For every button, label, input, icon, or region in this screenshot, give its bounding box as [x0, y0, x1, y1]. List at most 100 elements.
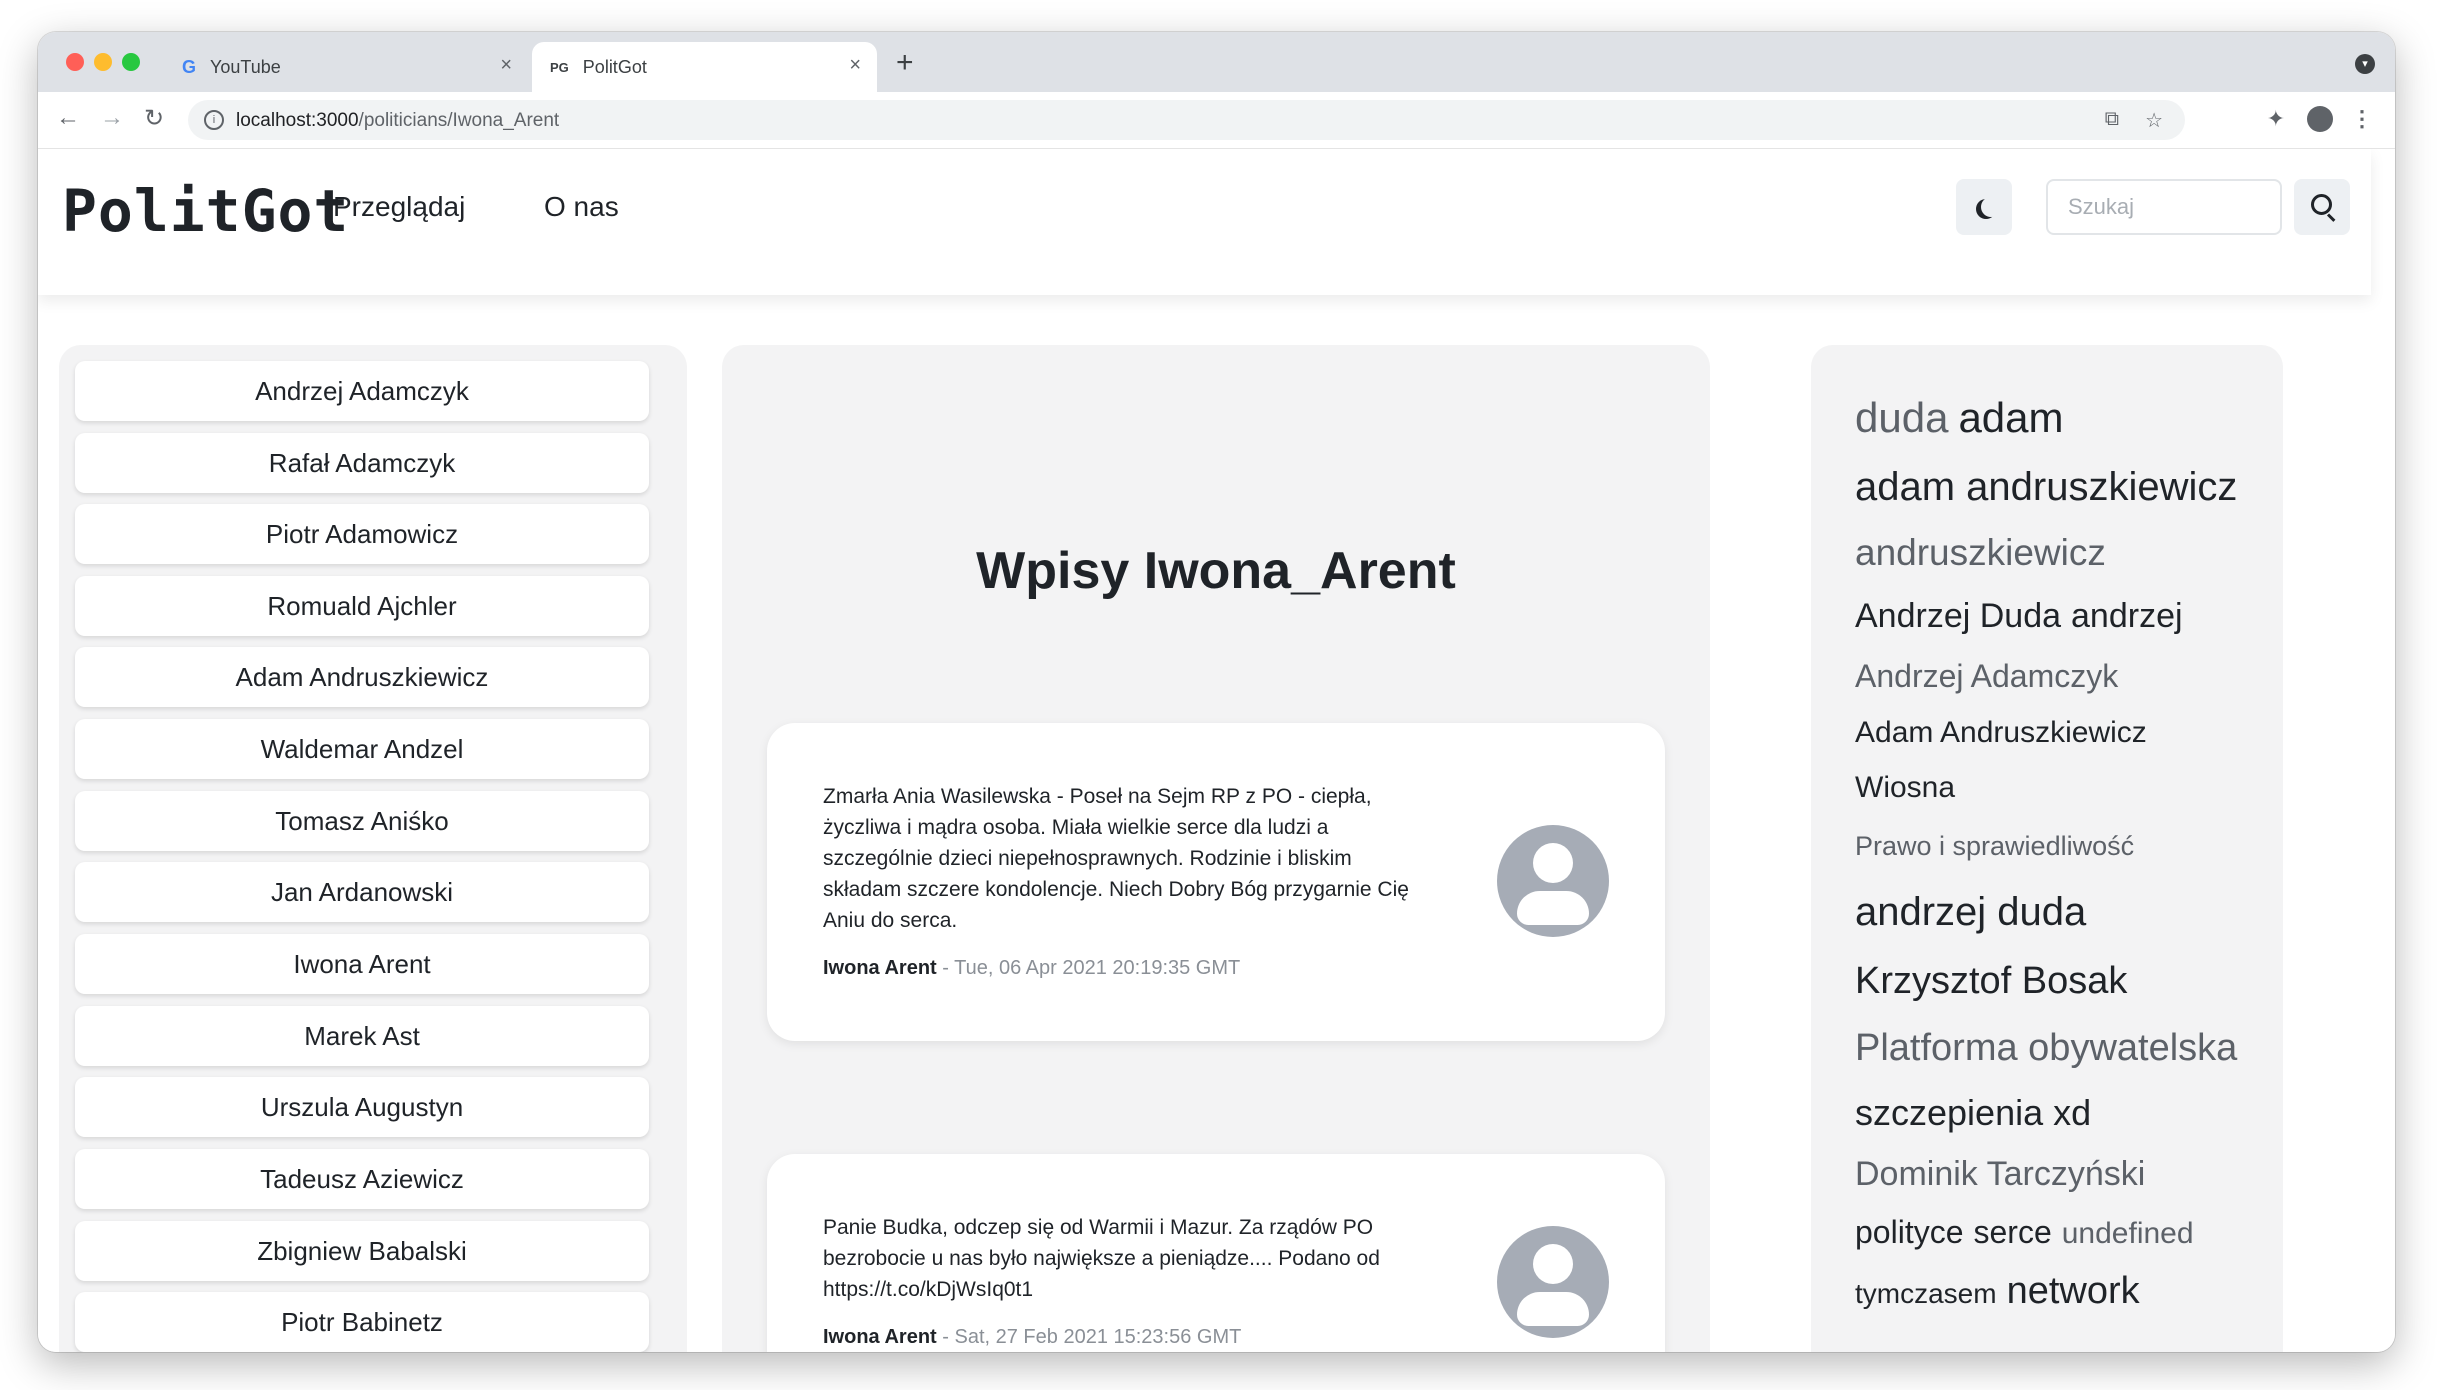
- tag-cloud-word[interactable]: undefined: [2062, 1205, 2194, 1263]
- tab-politgot[interactable]: PG PolitGot ×: [532, 42, 877, 92]
- politician-item[interactable]: Piotr Babinetz: [75, 1292, 649, 1352]
- tag-cloud-word[interactable]: tymczasem: [1855, 1264, 1997, 1324]
- tag-cloud-word[interactable]: Platforma obywatelska: [1855, 1015, 2237, 1081]
- nav-link-about[interactable]: O nas: [544, 191, 619, 223]
- tag-cloud-word[interactable]: serce: [1974, 1203, 2052, 1261]
- search-icon-handle: [2326, 213, 2336, 222]
- post-card: Zmarła Ania Wasilewska - Poseł na Sejm R…: [767, 723, 1665, 1041]
- politician-item[interactable]: Zbigniew Babalski: [75, 1221, 649, 1281]
- politgot-favicon-icon: PG: [550, 59, 569, 75]
- tag-cloud-row: Prawo i sprawiedliwość: [1855, 815, 2275, 877]
- politician-item[interactable]: Romuald Ajchler: [75, 576, 649, 636]
- back-icon[interactable]: ←: [56, 104, 80, 132]
- politician-item[interactable]: Marek Ast: [75, 1006, 649, 1066]
- tag-cloud-row: Andrzej Duda andrzej: [1855, 585, 2275, 647]
- politician-list: Andrzej Adamczyk Rafał Adamczyk Piotr Ad…: [59, 345, 687, 1352]
- user-icon: [1533, 843, 1573, 883]
- tab-strip: G YouTube × PG PolitGot × + ▾: [38, 32, 2395, 92]
- post-meta: Iwona Arent - Sat, 27 Feb 2021 15:23:56 …: [823, 1326, 1241, 1349]
- tag-cloud-word[interactable]: Prawo i sprawiedliwość: [1855, 815, 2134, 877]
- politician-item[interactable]: Jan Ardanowski: [75, 862, 649, 922]
- politician-item[interactable]: Rafał Adamczyk: [75, 433, 649, 493]
- browser-toolbar: ← → ↻ i localhost:3000/politicians/Iwona…: [38, 92, 2395, 149]
- tag-cloud-word[interactable]: andrzej duda: [1855, 877, 2086, 947]
- politician-item[interactable]: Adam Andruszkiewicz: [75, 647, 649, 707]
- new-tab-button[interactable]: +: [896, 46, 914, 80]
- minimize-window-button[interactable]: [94, 53, 112, 71]
- tag-cloud: duda adam adam andruszkiewicz andruszkiewic…: [1855, 383, 2275, 1321]
- forward-icon[interactable]: →: [100, 104, 124, 132]
- politician-item[interactable]: Waldemar Andzel: [75, 719, 649, 779]
- extensions-icon[interactable]: ✦: [2267, 106, 2285, 132]
- post-author[interactable]: Iwona Arent: [823, 957, 937, 979]
- tab-title: YouTube: [210, 56, 281, 77]
- close-window-button[interactable]: [66, 53, 84, 71]
- page-viewport: PolitGot Przeglądaj O nas Andrzej Adamcz…: [38, 149, 2395, 1352]
- user-icon: [1533, 1244, 1573, 1284]
- reload-icon[interactable]: ↻: [144, 104, 164, 133]
- politician-item[interactable]: Iwona Arent: [75, 934, 649, 994]
- politician-item[interactable]: Andrzej Adamczyk: [75, 361, 649, 421]
- site-logo[interactable]: PolitGot: [62, 177, 349, 245]
- tag-cloud-row: andruszkiewicz: [1855, 521, 2275, 585]
- site-navbar: PolitGot Przeglądaj O nas: [38, 149, 2371, 295]
- search-icon: [2311, 194, 2332, 215]
- tag-cloud-word[interactable]: Andrzej Adamczyk: [1855, 647, 2118, 705]
- url-text[interactable]: localhost:3000/politicians/Iwona_Arent: [236, 110, 559, 132]
- page-title: Wpisy Iwona_Arent: [976, 542, 1456, 600]
- nav-link-browse[interactable]: Przeglądaj: [333, 191, 465, 223]
- tag-cloud-row: tymczasem network: [1855, 1261, 2275, 1321]
- moon-icon: [1981, 197, 2001, 217]
- search-button[interactable]: [2294, 179, 2350, 235]
- tag-cloud-row: Platforma obywatelska: [1855, 1015, 2275, 1081]
- tag-cloud-row: andrzej duda: [1855, 877, 2275, 947]
- tag-cloud-row: Andrzej Adamczyk: [1855, 647, 2275, 705]
- tag-cloud-row: polityce serce undefined: [1855, 1203, 2275, 1261]
- tag-cloud-word[interactable]: szczepienia: [1855, 1081, 2043, 1145]
- zoom-window-button[interactable]: [122, 53, 140, 71]
- politician-item[interactable]: Tadeusz Aziewicz: [75, 1149, 649, 1209]
- tag-cloud-word[interactable]: andruszkiewicz: [1855, 521, 2106, 585]
- tag-cloud-row: Adam Andruszkiewicz: [1855, 705, 2275, 761]
- post-text: Zmarła Ania Wasilewska - Poseł na Sejm R…: [823, 785, 1409, 932]
- search-input[interactable]: [2046, 179, 2282, 235]
- politician-item[interactable]: Piotr Adamowicz: [75, 504, 649, 564]
- politician-item[interactable]: Urszula Augustyn: [75, 1077, 649, 1137]
- tag-cloud-word[interactable]: Krzysztof Bosak: [1855, 947, 2127, 1015]
- post-author[interactable]: Iwona Arent: [823, 1326, 937, 1348]
- tag-cloud-word[interactable]: network: [2007, 1261, 2140, 1321]
- translate-icon[interactable]: ⧉: [2105, 108, 2119, 131]
- site-info-icon[interactable]: i: [204, 110, 224, 130]
- tag-cloud-word[interactable]: Adam Andruszkiewicz: [1855, 705, 2147, 761]
- tag-cloud-word[interactable]: xd: [2053, 1081, 2091, 1145]
- address-bar[interactable]: i localhost:3000/politicians/Iwona_Arent…: [188, 100, 2185, 140]
- google-icon: G: [182, 56, 197, 77]
- tab-youtube[interactable]: G YouTube ×: [168, 42, 528, 92]
- tag-cloud-word[interactable]: Dominik Tarczyński: [1855, 1145, 2145, 1203]
- tab-search-icon[interactable]: ▾: [2355, 54, 2375, 74]
- tag-cloud-word[interactable]: Andrzej Duda: [1855, 585, 2061, 647]
- tag-cloud-word[interactable]: polityce: [1855, 1203, 1964, 1261]
- url-path: /politicians/Iwona_Arent: [358, 110, 560, 131]
- profile-icon[interactable]: [2307, 106, 2333, 132]
- dark-mode-toggle[interactable]: [1956, 179, 2012, 235]
- url-host: localhost:3000: [236, 110, 359, 131]
- user-icon-body: [1517, 891, 1589, 925]
- tag-cloud-word[interactable]: adam andruszkiewicz: [1855, 453, 2237, 521]
- politician-item[interactable]: Tomasz Aniśko: [75, 791, 649, 851]
- tag-cloud-word[interactable]: Wiosna: [1855, 761, 1955, 815]
- tag-cloud-word[interactable]: adam: [1958, 383, 2063, 453]
- tag-cloud-word[interactable]: duda: [1855, 383, 1948, 453]
- star-icon[interactable]: ☆: [2145, 108, 2163, 133]
- menu-icon[interactable]: ⋮: [2351, 106, 2373, 132]
- post-date: - Sat, 27 Feb 2021 15:23:56 GMT: [942, 1326, 1242, 1348]
- tag-cloud-row: adam andruszkiewicz: [1855, 453, 2275, 521]
- post-meta: Iwona Arent - Tue, 06 Apr 2021 20:19:35 …: [823, 957, 1240, 980]
- avatar: [1497, 825, 1609, 937]
- tag-cloud-word[interactable]: andrzej: [2071, 585, 2183, 647]
- user-icon-body: [1517, 1292, 1589, 1326]
- close-tab-icon[interactable]: ×: [500, 54, 512, 77]
- close-tab-icon[interactable]: ×: [849, 54, 861, 77]
- post-date: - Tue, 06 Apr 2021 20:19:35 GMT: [942, 957, 1241, 979]
- posts-panel: Wpisy Iwona_Arent Zmarła Ania Wasilewska…: [722, 345, 1710, 1352]
